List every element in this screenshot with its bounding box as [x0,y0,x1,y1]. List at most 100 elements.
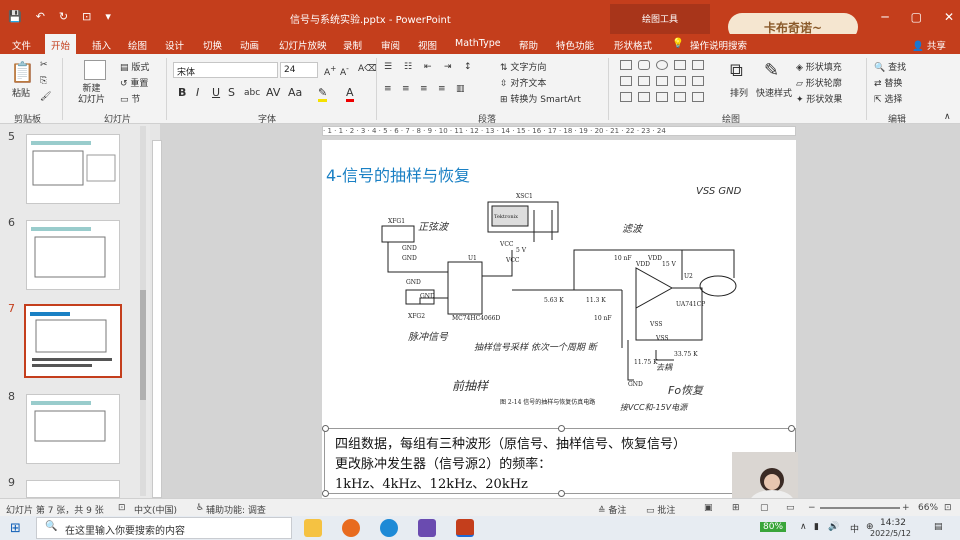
ime-indicator[interactable]: 中 [850,522,859,535]
resize-handle[interactable] [788,425,795,432]
tab-shape-format[interactable]: 形状格式 [614,38,652,52]
accessibility-status[interactable]: 辅助功能: 调查 [206,503,266,516]
shape-triangle-icon[interactable] [620,76,632,86]
zoom-in-icon[interactable]: + [902,503,910,513]
reset-button[interactable]: ↺ 重置 [120,76,148,89]
quick-styles-icon[interactable]: ✎ [764,60,779,81]
tell-me-search[interactable]: 操作说明搜索 [690,38,747,52]
tab-slideshow[interactable]: 幻灯片放映 [279,38,327,52]
file-explorer-icon[interactable] [304,519,322,537]
columns-icon[interactable]: ▥ [456,84,465,94]
copy-icon[interactable]: ⎘ [40,76,47,86]
shape-wave-icon[interactable] [656,92,668,102]
align-right-icon[interactable]: ≡ [420,84,428,94]
clock-date[interactable]: 2022/5/12 [870,529,911,538]
share-button[interactable]: 👤 共享 [912,38,946,52]
taskbar-search-box[interactable]: 🔍 在这里输入你要搜索的内容 [36,517,292,539]
slide-thumbnail[interactable] [26,134,120,204]
resize-handle[interactable] [558,425,565,432]
paste-icon[interactable]: 📋 [10,60,35,84]
tab-review[interactable]: 审阅 [381,38,400,52]
shape-elbow-icon[interactable] [656,76,668,86]
body-textbox[interactable]: 四组数据，每组有三种波形（原信号、抽样信号、恢复信号） 更改脉冲发生器（信号源2… [324,428,796,494]
bullets-icon[interactable]: ☰ [384,62,392,72]
windows-start-icon[interactable]: ⊞ [10,521,21,536]
spacing-icon[interactable]: AV [266,86,280,99]
tab-home[interactable]: 开始 [45,34,77,54]
accessibility-icon[interactable]: ♿ [196,503,204,513]
shape-rectangle-icon[interactable] [620,60,632,70]
save-icon[interactable]: 💾 [8,10,22,23]
shape-effects-button[interactable]: ✦ 形状效果 [796,92,842,105]
customize-qat-icon[interactable]: ▾ [105,10,111,23]
new-slide-button[interactable]: 新建 幻灯片 [78,84,105,106]
volume-icon[interactable]: 🔊 [828,522,839,532]
line-spacing-icon[interactable]: ↕ [464,62,472,72]
tab-help[interactable]: 帮助 [519,38,538,52]
format-painter-icon[interactable]: 🖌 [40,92,51,102]
shape-rounded-icon[interactable] [638,60,650,70]
comments-button[interactable]: ▭ 批注 [646,503,675,516]
shape-brace-icon[interactable] [692,76,704,86]
firefox-icon[interactable] [342,519,360,537]
resize-handle[interactable] [558,490,565,497]
arrange-icon[interactable]: ⧉ [730,60,743,81]
italic-icon[interactable]: I [196,86,199,99]
replace-button[interactable]: ⇄ 替换 [874,76,902,89]
highlight-icon[interactable]: ✎ [318,86,328,102]
zoom-slider[interactable] [820,507,900,509]
tab-draw[interactable]: 绘图 [128,38,147,52]
find-button[interactable]: 🔍 查找 [874,60,906,73]
align-center-icon[interactable]: ≡ [402,84,410,94]
edge-icon[interactable] [380,519,398,537]
tab-mathtype[interactable]: MathType [455,38,501,49]
resize-handle[interactable] [322,490,329,497]
numbering-icon[interactable]: ☷ [404,62,412,72]
undo-icon[interactable]: ↶ [36,10,45,23]
tab-features[interactable]: 特色功能 [556,38,594,52]
shape-outline-button[interactable]: ▱ 形状轮廓 [796,76,842,89]
slideshow-view-icon[interactable]: ▭ [786,503,795,513]
battery-indicator[interactable]: 80% [760,522,787,532]
shape-arrow-icon[interactable] [692,60,704,70]
minimize-icon[interactable]: ─ [881,10,888,24]
redo-icon[interactable]: ↻ [59,10,68,23]
shape-bracket-icon[interactable] [674,92,686,102]
font-color-icon[interactable]: A [346,86,354,102]
slide-thumbnail[interactable] [26,220,120,290]
grow-font-icon[interactable]: A+ [324,64,336,78]
body-line[interactable]: 1kHz、4kHz、12kHz、20kHz [335,473,528,492]
language-indicator[interactable]: 中文(中国) [134,503,177,516]
cut-icon[interactable]: ✂ [40,60,48,70]
shadow-icon[interactable]: S [228,86,235,99]
slide-thumbnail[interactable] [26,480,120,498]
quick-styles-button[interactable]: 快速样式 [756,86,792,99]
clock-time[interactable]: 14:32 [880,518,906,528]
tray-overflow-icon[interactable]: ∧ [800,522,807,532]
select-button[interactable]: ⇱ 选择 [874,92,902,105]
present-icon[interactable]: ⊡ [82,10,91,23]
tab-file[interactable]: 文件 [12,38,31,52]
spellcheck-icon[interactable]: ⊡ [118,503,126,513]
shape-oval-icon[interactable] [656,60,668,70]
shape-freeform-icon[interactable] [638,92,650,102]
align-text-button[interactable]: ⇳ 对齐文本 [500,76,546,89]
arrange-button[interactable]: 排列 [730,86,748,99]
close-icon[interactable]: ✕ [944,10,954,24]
app-icon[interactable] [418,519,436,537]
tab-transitions[interactable]: 切换 [203,38,222,52]
notification-icon[interactable]: ▤ [934,522,943,532]
slide-thumbnail[interactable] [26,394,120,464]
network-icon[interactable]: ▮ [814,522,819,532]
shape-curve-icon[interactable] [674,76,686,86]
layout-button[interactable]: ▤ 版式 [120,60,149,73]
zoom-level[interactable]: 66% [918,503,938,513]
notes-button[interactable]: ≙ 备注 [598,503,626,516]
strikethrough-icon[interactable]: abc [244,88,260,98]
zoom-out-icon[interactable]: − [808,503,816,513]
clear-format-icon[interactable]: A⌫ [358,64,377,74]
resize-handle[interactable] [322,425,329,432]
font-size-box[interactable]: 24 [280,62,318,78]
paste-button[interactable]: 粘贴 [12,86,30,99]
new-slide-icon[interactable] [84,60,106,80]
